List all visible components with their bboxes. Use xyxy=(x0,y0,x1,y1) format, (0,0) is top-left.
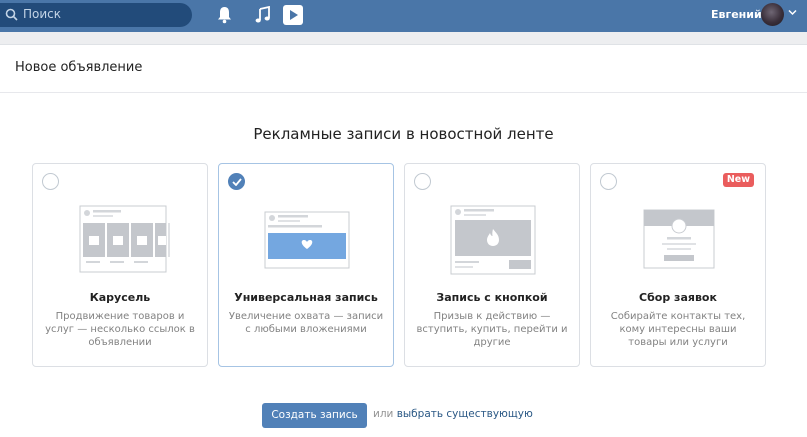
card-description: Продвижение товаров и услуг — несколько … xyxy=(45,311,195,348)
top-bar: Поиск Евгений xyxy=(0,0,807,32)
card-title: Запись с кнопкой xyxy=(436,291,548,304)
main-panel: Новое объявление Рекламные записи в ново… xyxy=(0,44,807,437)
or-label: или xyxy=(373,408,394,420)
avatar[interactable] xyxy=(761,3,784,26)
carousel-illustration-icon xyxy=(79,205,170,273)
bell-icon[interactable] xyxy=(217,6,232,24)
page-title: Новое объявление xyxy=(15,60,143,75)
button-post-illustration-icon xyxy=(450,205,536,275)
search-placeholder: Поиск xyxy=(23,7,62,21)
create-post-button[interactable]: Создать запись xyxy=(262,403,367,428)
format-card-carousel[interactable]: Карусель Продвижение товаров и услуг — н… xyxy=(32,163,208,367)
card-radio[interactable] xyxy=(42,173,59,190)
or-choose-existing: или выбрать существующую xyxy=(373,408,533,420)
section-title: Рекламные записи в новостной ленте xyxy=(253,125,554,143)
card-title: Карусель xyxy=(89,291,151,304)
card-description: Собирайте контакты тех, кому интересны в… xyxy=(610,311,746,348)
card-description: Увеличение охвата — записи с любыми влож… xyxy=(228,311,384,335)
panel-header: Новое объявление xyxy=(0,45,807,93)
new-badge: New xyxy=(722,173,754,187)
card-title: Универсальная запись xyxy=(234,291,378,304)
music-icon[interactable] xyxy=(255,6,271,24)
format-card-button-post[interactable]: Запись с кнопкой Призыв к действию — вст… xyxy=(404,163,580,367)
search-input[interactable]: Поиск xyxy=(0,3,192,27)
chevron-down-icon[interactable] xyxy=(788,9,797,16)
choose-existing-link[interactable]: выбрать существующую xyxy=(397,408,533,420)
checkmark-icon xyxy=(232,178,242,186)
card-title: Сбор заявок xyxy=(639,291,717,304)
card-radio-checked[interactable] xyxy=(228,173,245,190)
search-icon xyxy=(5,8,18,21)
card-description: Призыв к действию — вступить, купить, пе… xyxy=(416,311,568,348)
universal-post-illustration-icon xyxy=(264,211,350,269)
format-card-lead-form[interactable]: New Сбор заявок Собирайте контакты тех, … xyxy=(590,163,766,367)
video-icon[interactable] xyxy=(283,5,303,25)
format-card-universal[interactable]: Универсальная запись Увеличение охвата —… xyxy=(218,163,394,367)
card-radio[interactable] xyxy=(414,173,431,190)
lead-form-illustration-icon xyxy=(643,209,715,269)
card-radio[interactable] xyxy=(600,173,617,190)
user-name[interactable]: Евгений xyxy=(711,8,762,21)
